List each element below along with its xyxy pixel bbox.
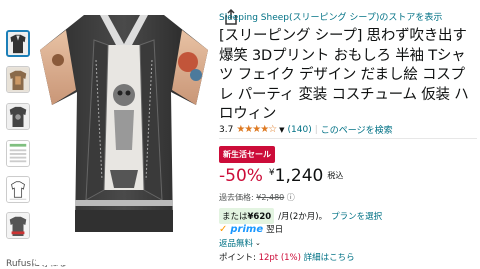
delivery-day: 翌日	[266, 225, 284, 235]
installment-suffix: /月(2か月)。	[278, 212, 328, 222]
separator: |	[314, 124, 318, 135]
review-count-link[interactable]: (140)	[288, 125, 312, 135]
thumbnail-6[interactable]	[6, 212, 30, 239]
past-price-value: ¥2,480	[256, 193, 285, 202]
thumbnail-1[interactable]	[6, 30, 30, 57]
thumbnail-4[interactable]	[6, 140, 30, 167]
info-icon[interactable]: ⓘ	[287, 193, 295, 202]
installment-row: または¥620 /月(2か月)。 プランを選択	[219, 208, 382, 224]
chevron-down-icon[interactable]: ⌄	[255, 239, 261, 247]
thumbnail-5[interactable]	[6, 176, 30, 203]
returns-label[interactable]: 返品無料	[219, 237, 253, 249]
installment-amount: ¥620	[247, 212, 272, 222]
free-returns[interactable]: 返品無料 ⌄	[219, 237, 261, 249]
installment-prefix: または	[222, 212, 248, 222]
prime-logo: prime	[230, 223, 264, 235]
past-price-label: 過去価格:	[219, 193, 254, 202]
tax-label: 税込	[327, 171, 344, 180]
sale-badge: 新生活セール	[219, 146, 275, 163]
prime-row: ✓ prime 翌日	[219, 223, 284, 236]
check-icon: ✓	[219, 223, 228, 235]
search-page-link[interactable]: このページを検索	[321, 123, 393, 136]
star-rating-icon[interactable]: ★★★★☆	[236, 124, 277, 135]
price-row: -50% ¥ 1,240 税込	[219, 166, 343, 186]
chevron-down-icon[interactable]: ▼	[279, 126, 284, 134]
thumbnail-3[interactable]	[6, 103, 30, 130]
installment-box: または¥620	[219, 208, 275, 224]
rating-value: 3.7	[219, 124, 234, 135]
points-value: 12pt (1%)	[258, 253, 301, 263]
past-price: 過去価格: ¥2,480 ⓘ	[219, 192, 295, 203]
discount-percent: -50%	[219, 166, 263, 186]
thumbnail-2[interactable]	[6, 66, 30, 93]
divider	[219, 138, 477, 139]
product-title: [スリーピング シープ] 思わず吹き出す 爆笑 3Dプリント おもしろ 半袖 T…	[219, 28, 469, 122]
store-link[interactable]: Sleeping Sheep(スリーピング シープ)のストアを表示	[219, 10, 442, 23]
price-amount: 1,240	[274, 166, 324, 186]
product-image[interactable]	[36, 0, 237, 265]
points-row: ポイント: 12pt (1%) 詳細はこちら	[219, 251, 355, 263]
tshirt-image	[40, 15, 208, 232]
choose-plan-link[interactable]: プランを選択	[331, 210, 382, 222]
thumbnail-strip: Rufusに尋ねる	[0, 0, 67, 269]
points-details-link[interactable]: 詳細はこちら	[304, 253, 355, 263]
points-label: ポイント:	[219, 253, 256, 263]
rating-row: 3.7 ★★★★☆ ▼ (140) | このページを検索	[219, 123, 393, 136]
